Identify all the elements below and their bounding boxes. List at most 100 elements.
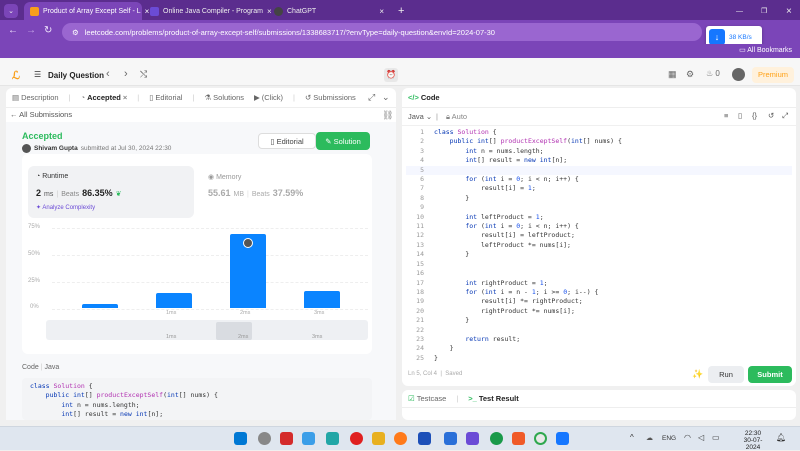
forward-icon[interactable]: → — [26, 25, 36, 36]
download-manager-icon[interactable] — [556, 432, 569, 445]
windows-start-icon[interactable] — [234, 432, 247, 445]
tab-description[interactable]: ▤ Description — [12, 93, 59, 102]
language-select[interactable]: Java ⌄ — [408, 112, 432, 121]
close-window-icon[interactable]: × — [780, 2, 794, 20]
code-line[interactable]: 15 — [406, 260, 792, 269]
code-line[interactable]: 24 } — [406, 344, 792, 353]
code-line[interactable]: 10 int leftProduct = 1; — [406, 213, 792, 222]
shuffle-icon[interactable]: ⤭ — [140, 69, 147, 80]
leetcode-logo[interactable]: ℒ — [12, 69, 20, 82]
maximize-icon[interactable]: ❐ — [755, 2, 769, 20]
chrome-icon[interactable] — [534, 432, 547, 445]
youtube-icon[interactable] — [350, 432, 363, 445]
expand-icon[interactable]: ⤢ — [368, 92, 375, 103]
battery-icon[interactable]: ▭ — [712, 433, 720, 442]
auto-mode[interactable]: 🔒︎ Auto — [446, 112, 467, 122]
wifi-icon[interactable]: ◠ — [684, 433, 691, 442]
code-line[interactable]: 23 return result; — [406, 335, 792, 344]
chart-bar[interactable] — [82, 304, 118, 308]
address-bar[interactable]: ⚙ leetcode.com/problems/product-of-array… — [62, 23, 702, 41]
code-line[interactable]: 21 } — [406, 316, 792, 325]
timer-icon[interactable]: ⏰ — [384, 68, 398, 82]
minimize-icon[interactable]: — — [730, 2, 744, 20]
tab-search-button[interactable]: ⌄ — [4, 4, 18, 18]
browser-tab-compiler[interactable]: Online Java Compiler - Program × — [144, 2, 272, 20]
link-icon[interactable]: ⛓ — [382, 110, 393, 121]
file-explorer-icon[interactable] — [372, 432, 385, 445]
code-line[interactable]: 8 } — [406, 194, 792, 203]
chart-bar[interactable] — [304, 290, 340, 308]
avatar[interactable] — [732, 68, 745, 81]
browser-tab-chatgpt[interactable]: ChatGPT × — [268, 2, 390, 20]
chart-range-slider[interactable]: 1ms 2ms 3ms — [46, 320, 368, 340]
chart-bar[interactable] — [156, 292, 192, 308]
chart-bar[interactable] — [230, 233, 266, 308]
tab-testcase[interactable]: ☑ Testcase — [408, 394, 446, 403]
app-icon[interactable] — [466, 432, 479, 445]
code-line[interactable]: 25} — [406, 354, 792, 362]
reload-icon[interactable]: ↻ — [44, 25, 52, 36]
code-line[interactable]: 6 for (int i = 0; i < n; i++) { — [406, 175, 792, 184]
format-icon[interactable]: ≡ — [724, 111, 728, 120]
tab-test-result[interactable]: >_ Test Result — [468, 394, 518, 403]
code-line[interactable]: 17 int rightProduct = 1; — [406, 279, 792, 288]
site-info-icon[interactable]: ⚙ — [72, 28, 79, 37]
code-line[interactable]: 3 int n = nums.length; — [406, 147, 792, 156]
close-icon[interactable]: × — [123, 93, 127, 102]
tab-code[interactable]: </> Code — [408, 93, 440, 102]
code-line[interactable]: 2 public int[] productExceptSelf(int[] n… — [406, 137, 792, 146]
code-line[interactable]: 14 } — [406, 250, 792, 259]
fullscreen-icon[interactable]: ⤢ — [782, 111, 788, 121]
tab-accepted[interactable]: ◔ Accepted × — [81, 93, 128, 102]
more-icon[interactable]: ⌄ — [382, 92, 390, 103]
code-line[interactable]: 22 — [406, 326, 792, 335]
daily-question-link[interactable]: Daily Question — [48, 71, 104, 80]
bookmark-icon[interactable]: ▯ — [738, 111, 742, 120]
code-line[interactable]: 4 int[] result = new int[n]; — [406, 156, 792, 165]
volume-icon[interactable]: ◁ — [698, 433, 704, 442]
code-line[interactable]: 7 result[i] = 1; — [406, 184, 792, 193]
code-line[interactable]: 1 class Solution { — [406, 128, 792, 137]
language-indicator[interactable]: ENG — [662, 435, 676, 442]
settings-icon[interactable]: ⚙ — [686, 69, 694, 80]
layout-icon[interactable]: ▦ — [668, 69, 677, 80]
code-line[interactable]: 20 rightProduct *= nums[i]; — [406, 307, 792, 316]
list-icon[interactable]: ☰ — [34, 70, 41, 79]
code-line[interactable]: 9 — [406, 203, 792, 212]
tab-submissions[interactable]: ↺ Submissions — [305, 93, 356, 102]
prev-problem-icon[interactable]: ‹ — [106, 68, 110, 80]
code-line[interactable]: 12 result[i] = leftProduct; — [406, 231, 792, 240]
code-line[interactable]: 16 — [406, 269, 792, 278]
submit-button[interactable]: Submit — [748, 366, 792, 383]
reset-icon[interactable]: ↺ — [768, 111, 774, 120]
solution-button[interactable]: ✎ Solution — [316, 132, 370, 150]
code-line[interactable]: 5 — [406, 165, 792, 176]
tab-click[interactable]: ▶ (Click) — [254, 93, 283, 102]
analyze-complexity-link[interactable]: ✦ Analyze Complexity — [36, 204, 95, 211]
code-line[interactable]: 11 for (int i = 0; i < n; i++) { — [406, 222, 792, 231]
tab-solutions[interactable]: ⚗ Solutions — [204, 93, 244, 102]
search-icon[interactable] — [258, 432, 271, 445]
outlook-icon[interactable] — [418, 432, 431, 445]
browser-tab-leetcode[interactable]: Product of Array Except Self - L × — [24, 2, 149, 20]
postman-icon[interactable] — [512, 432, 525, 445]
edge-icon[interactable] — [326, 432, 339, 445]
braces-icon[interactable]: {} — [752, 111, 757, 120]
memory-box[interactable]: ◉ Memory 55.61 MB | Beats 37.59% — [200, 166, 366, 218]
run-button[interactable]: Run — [708, 366, 744, 383]
author-name[interactable]: Shivam Gupta — [34, 145, 78, 152]
next-problem-icon[interactable]: › — [124, 68, 128, 80]
new-tab-button[interactable]: + — [392, 2, 408, 20]
code-line[interactable]: 19 result[i] *= rightProduct; — [406, 297, 792, 306]
runtime-box[interactable]: ◔ Runtime 2 ms | Beats 86.35% ❦ ✦ Analyz… — [28, 166, 194, 218]
notification-icon[interactable]: 🔔︎ — [776, 433, 786, 442]
tray-chevron-icon[interactable]: ^ — [630, 433, 634, 442]
code-line[interactable]: 13 leftProduct *= nums[i]; — [406, 241, 792, 250]
onedrive-icon[interactable]: ☁ — [646, 434, 653, 442]
premium-button[interactable]: Premium — [752, 67, 794, 83]
code-line[interactable]: 18 for (int i = n - 1; i >= 0; i--) { — [406, 288, 792, 297]
clock[interactable]: 22:30 30-07-2024 — [738, 430, 768, 451]
sparkle-icon[interactable]: ✨ — [692, 369, 703, 380]
code-editor[interactable]: 1 class Solution {2 public int[] productE… — [406, 128, 792, 362]
editorial-button[interactable]: ▯ Editorial — [258, 133, 316, 149]
